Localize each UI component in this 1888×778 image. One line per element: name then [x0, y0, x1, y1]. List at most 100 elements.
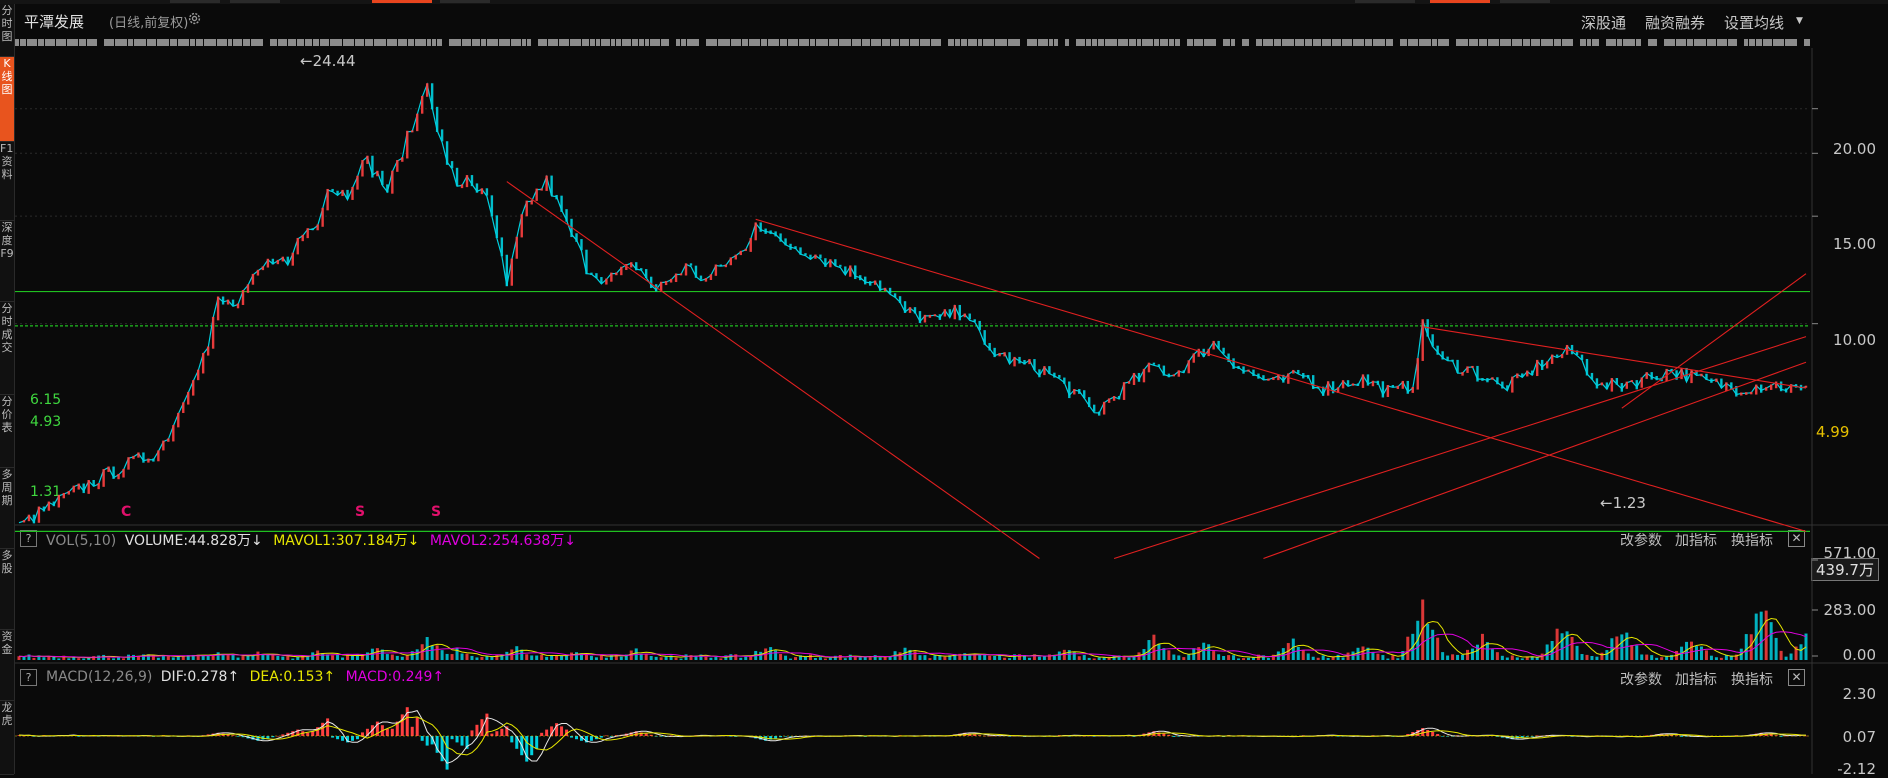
ticker-glyph [1531, 39, 1540, 46]
price-line [18, 82, 1807, 524]
rail-item-funds[interactable]: 资金 [0, 630, 14, 701]
candle [739, 250, 742, 256]
link-shenguotong[interactable]: 深股通 [1581, 12, 1626, 33]
candle [127, 457, 130, 470]
link-margin-trading[interactable]: 融资融券 [1645, 12, 1705, 33]
volume-bar [256, 651, 260, 660]
stock-chart[interactable] [15, 48, 1888, 774]
candle [779, 233, 782, 242]
candle [1073, 389, 1076, 395]
tab-segment[interactable] [1355, 0, 1415, 3]
rail-item-price-table[interactable]: 分价表 [0, 395, 14, 468]
candle [1416, 358, 1419, 390]
volume-bar [923, 655, 927, 660]
candle [1182, 370, 1185, 373]
ticker-glyph [995, 39, 1007, 46]
candle [1630, 380, 1633, 383]
volume-bar [1237, 658, 1241, 660]
rail-item-minute-chart[interactable]: 分时图 [0, 4, 14, 57]
candle [311, 228, 314, 231]
candle [1117, 396, 1121, 400]
rail-item-trades[interactable]: 分时成交 [0, 302, 14, 395]
candle [1784, 388, 1788, 393]
macd-histogram-bar [540, 732, 544, 736]
volume-bar [1037, 656, 1041, 660]
ticker-glyph [1562, 39, 1573, 46]
candle [859, 275, 862, 281]
candle [1516, 373, 1519, 379]
volume-bar [1336, 654, 1340, 660]
candle [351, 186, 354, 200]
volume-bar [1376, 653, 1380, 660]
candle [674, 273, 678, 282]
ticker-glyph [1154, 39, 1159, 46]
gear-icon[interactable] [187, 11, 202, 26]
volume-bar [1789, 653, 1793, 660]
volume-bar [1042, 656, 1046, 660]
mavol1-line [18, 617, 1807, 659]
candle [1262, 375, 1265, 380]
volume-bar [435, 645, 439, 660]
volume-bar [1719, 657, 1723, 660]
volume-bar [1167, 650, 1171, 660]
ticker-glyph [780, 39, 787, 46]
candle [958, 304, 961, 321]
candle [401, 157, 404, 162]
tab-segment-active[interactable] [372, 0, 432, 3]
candle [664, 280, 668, 286]
candle [839, 264, 842, 267]
candle [590, 272, 593, 275]
candle [1476, 365, 1479, 382]
volume-bar [505, 651, 509, 660]
candle [1302, 373, 1305, 379]
ticker-glyph [67, 39, 78, 46]
tab-segment[interactable] [440, 0, 490, 3]
rail-item-multi-period[interactable]: 多周期 [0, 468, 14, 549]
volume-bar [808, 654, 812, 660]
tab-segment[interactable] [1500, 0, 1550, 3]
volume-bar [719, 658, 723, 660]
tab-segment[interactable] [170, 0, 220, 3]
candle [893, 293, 897, 298]
ticker-glyph [1664, 39, 1675, 46]
candle [530, 200, 533, 205]
rail-item-kline[interactable]: K线图 [0, 57, 14, 142]
candle [1063, 377, 1066, 384]
volume-bar [1386, 658, 1390, 660]
volume-bar [266, 655, 270, 660]
volume-bar [67, 658, 71, 660]
candle [1028, 359, 1031, 365]
rail-item-f10[interactable]: F10资料 [0, 142, 14, 221]
volume-bar [704, 656, 708, 660]
rail-item-multi-stock[interactable]: 多股 [0, 549, 14, 630]
tab-segment-active[interactable] [1430, 0, 1490, 3]
stock-title[interactable]: 平潭发展 [24, 11, 84, 32]
candle [1043, 366, 1046, 376]
candle [495, 215, 499, 239]
candle [585, 249, 588, 275]
ticker-glyph [910, 39, 919, 46]
candle [107, 466, 110, 472]
tab-segment[interactable] [230, 0, 280, 3]
ticker-glyph [204, 39, 216, 46]
chevron-down-icon[interactable]: ▼ [1796, 16, 1803, 26]
candle [1764, 387, 1768, 391]
volume-bar [684, 654, 688, 660]
candle [406, 130, 409, 159]
volume-bar [107, 657, 111, 660]
link-ma-settings[interactable]: 设置均线 [1724, 12, 1784, 33]
volume-bar [594, 657, 598, 660]
volume-bar [1341, 657, 1345, 660]
candle [1341, 380, 1345, 389]
ticker-glyph [1204, 39, 1216, 46]
ticker-glyph [852, 39, 861, 46]
rail-item-dragon-tiger[interactable]: 龙虎 [0, 701, 14, 775]
ticker-glyph [616, 39, 621, 46]
volume-bar [1008, 658, 1012, 660]
candle [500, 237, 504, 257]
ticker-glyph [1469, 39, 1478, 46]
volume-bar [1580, 654, 1584, 660]
ticker-glyph [1587, 39, 1591, 46]
macd-histogram-bar [326, 718, 330, 736]
rail-item-f9[interactable]: 深度F9 [0, 221, 14, 302]
